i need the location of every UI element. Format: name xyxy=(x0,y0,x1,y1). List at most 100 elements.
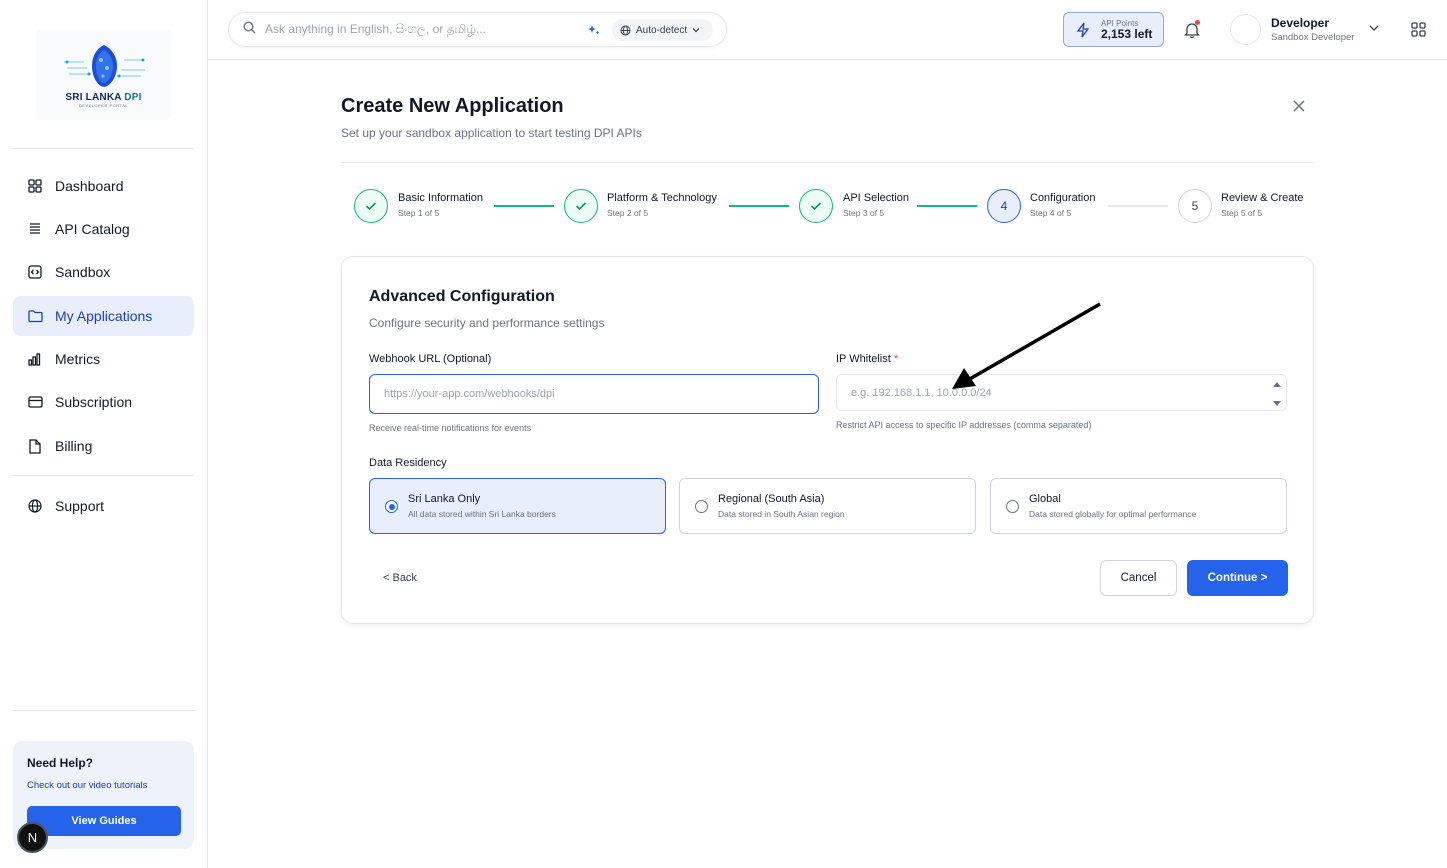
view-guides-button[interactable]: View Guides xyxy=(27,806,181,836)
configuration-card: Advanced Configuration Configure securit… xyxy=(341,256,1314,624)
language-select-value: Auto-detect xyxy=(636,24,688,36)
globe-icon xyxy=(620,25,631,35)
sidebar-item-label: Support xyxy=(55,498,105,514)
sidebar-item-label: Dashboard xyxy=(55,178,124,194)
bar-chart-icon xyxy=(27,351,43,367)
sidebar-item-label: Metrics xyxy=(55,351,101,367)
sidebar-item-label: API Catalog xyxy=(55,221,130,237)
page-subtitle: Set up your sandbox application to start… xyxy=(341,126,642,140)
user-name[interactable]: Developer xyxy=(1271,16,1329,30)
step-2-title: Platform & Technology xyxy=(607,192,717,204)
step-1-subtitle: Step 1 of 5 xyxy=(398,208,440,218)
sidebar-item-metrics[interactable]: Metrics xyxy=(13,339,194,379)
sidebar-item-sandbox[interactable]: Sandbox xyxy=(13,252,194,292)
step-connector xyxy=(729,205,789,207)
step-2-subtitle: Step 2 of 5 xyxy=(607,208,649,218)
residency-option-global[interactable]: Global Data stored globally for optimal … xyxy=(990,478,1287,534)
ip-whitelist-help: Restrict API access to specific IP addre… xyxy=(836,420,1092,430)
data-residency-label: Data Residency xyxy=(369,457,447,469)
webhook-placeholder: https://your-app.com/webhooks/dpi xyxy=(384,388,555,400)
sidebar-item-label: Subscription xyxy=(55,394,133,410)
step-5-subtitle: Step 5 of 5 xyxy=(1221,208,1263,218)
step-2-marker xyxy=(564,189,598,223)
step-5-marker: 5 xyxy=(1178,189,1212,223)
close-icon[interactable] xyxy=(1290,97,1308,115)
sidebar-item-api-catalog[interactable]: API Catalog xyxy=(13,209,194,249)
step-connector xyxy=(1108,205,1168,207)
radio-button[interactable] xyxy=(695,500,708,513)
webhook-help: Receive real-time notifications for even… xyxy=(369,423,532,433)
sidebar-item-subscription[interactable]: Subscription xyxy=(13,382,194,422)
framework-badge[interactable]: N xyxy=(17,822,48,853)
header-divider xyxy=(341,162,1314,163)
residency-option-regional[interactable]: Regional (South Asia) Data stored in Sou… xyxy=(679,478,976,534)
notifications-button[interactable] xyxy=(1184,20,1200,39)
back-button[interactable]: < Back xyxy=(383,572,417,584)
step-4-title: Configuration xyxy=(1030,192,1096,204)
grid-icon xyxy=(27,178,43,194)
search-input[interactable]: Ask anything in English, සිංහල, or தமிழ்… xyxy=(265,22,486,38)
lightning-icon xyxy=(1076,22,1090,37)
search-bar[interactable]: Ask anything in English, සිංහල, or தமிழ்… xyxy=(228,12,727,47)
residency-option-sri-lanka[interactable]: Sri Lanka Only All data stored within Sr… xyxy=(369,478,666,534)
sidebar-item-billing[interactable]: Billing xyxy=(13,426,194,466)
required-mark: * xyxy=(893,353,899,365)
check-icon xyxy=(810,202,822,211)
sidebar-item-dashboard[interactable]: Dashboard xyxy=(13,166,194,206)
sidebar-item-label: Billing xyxy=(55,438,93,454)
step-3-marker xyxy=(799,189,833,223)
step-connector xyxy=(917,205,977,207)
step-4-subtitle: Step 4 of 5 xyxy=(1030,208,1072,218)
page-title: Create New Application xyxy=(341,95,564,117)
webhook-label: Webhook URL (Optional) xyxy=(369,353,492,365)
option-title: Global xyxy=(1029,493,1061,505)
sidebar-item-my-applications[interactable]: My Applications xyxy=(13,296,194,336)
api-points-badge[interactable]: API Points 2,153 left xyxy=(1063,12,1164,47)
option-title: Regional (South Asia) xyxy=(718,493,825,505)
sidebar-divider xyxy=(13,475,194,476)
language-select[interactable]: Auto-detect xyxy=(612,19,713,41)
sidebar: SRI LANKA DPI DEVELOPER PORTAL Dashboard… xyxy=(0,0,208,868)
user-role: Sandbox Developer xyxy=(1271,32,1355,43)
search-icon xyxy=(243,20,256,39)
radio-button[interactable] xyxy=(385,500,398,513)
catalog-icon xyxy=(27,221,43,237)
chevron-down-icon xyxy=(692,28,700,33)
ai-sparkle-icon[interactable] xyxy=(587,23,601,37)
step-5-title: Review & Create xyxy=(1221,192,1304,204)
logo-text: SRI LANKA DPI xyxy=(65,92,142,103)
ip-whitelist-label: IP Whitelist * xyxy=(836,353,899,365)
ip-whitelist-textarea[interactable]: e.g. 192.168.1.1, 10.0.0.0/24 xyxy=(836,374,1287,411)
spinner-arrows-icon[interactable] xyxy=(1272,379,1282,409)
option-description: Data stored in South Asian region xyxy=(718,509,845,519)
globe-icon xyxy=(27,498,43,514)
logo[interactable]: SRI LANKA DPI DEVELOPER PORTAL xyxy=(36,30,171,120)
chevron-down-icon[interactable] xyxy=(1368,22,1380,34)
topbar: Ask anything in English, සිංහල, or தமிழ்… xyxy=(208,0,1447,60)
help-title: Need Help? xyxy=(27,756,94,770)
step-1-marker xyxy=(354,189,388,223)
help-subtitle: Check out our video tutorials xyxy=(27,780,148,791)
sri-lanka-map-logo-icon xyxy=(63,45,145,87)
section-subtitle: Configure security and performance setti… xyxy=(369,316,605,330)
credit-card-icon xyxy=(27,394,43,410)
sidebar-item-label: Sandbox xyxy=(55,264,111,280)
folder-icon xyxy=(27,308,43,324)
check-icon xyxy=(575,202,587,211)
check-icon xyxy=(365,202,377,211)
apps-grid-icon[interactable] xyxy=(1411,22,1426,37)
continue-button[interactable]: Continue > xyxy=(1187,560,1288,596)
ip-whitelist-placeholder: e.g. 192.168.1.1, 10.0.0.0/24 xyxy=(851,386,992,399)
radio-button[interactable] xyxy=(1006,500,1019,513)
webhook-url-input[interactable]: https://your-app.com/webhooks/dpi xyxy=(369,374,819,414)
option-description: All data stored within Sri Lanka borders xyxy=(408,509,556,519)
step-3-title: API Selection xyxy=(843,192,910,204)
sidebar-divider xyxy=(13,148,194,149)
option-description: Data stored globally for optimal perform… xyxy=(1029,509,1197,519)
step-3-subtitle: Step 3 of 5 xyxy=(843,208,885,218)
sidebar-divider xyxy=(13,710,194,711)
step-4-marker: 4 xyxy=(987,189,1021,223)
avatar[interactable] xyxy=(1230,14,1261,45)
cancel-button[interactable]: Cancel xyxy=(1100,560,1177,596)
sidebar-item-support[interactable]: Support xyxy=(13,486,194,526)
